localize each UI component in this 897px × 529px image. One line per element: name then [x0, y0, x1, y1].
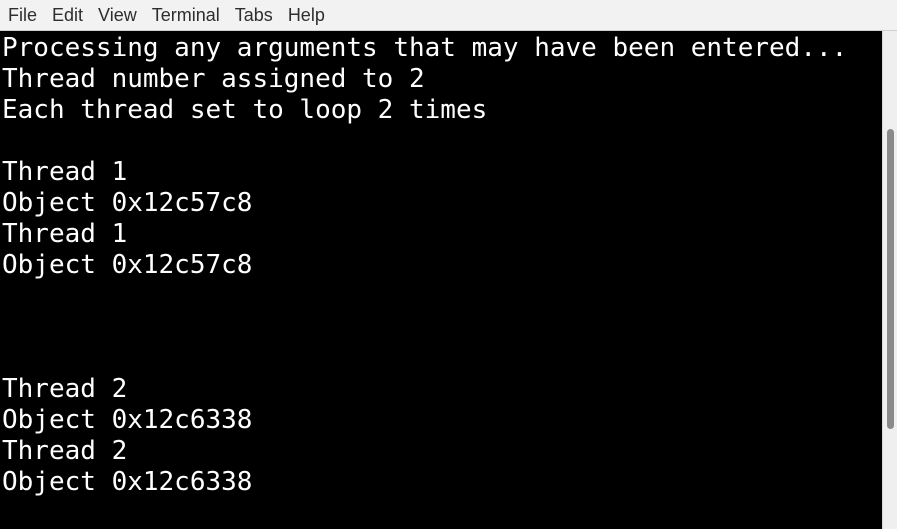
terminal-line: Thread 1 [2, 219, 128, 249]
terminal-line: Thread 2 [2, 436, 128, 466]
menu-help[interactable]: Help [280, 0, 332, 31]
menu-terminal[interactable]: Terminal [144, 0, 227, 31]
terminal-line: Object 0x12c57c8 [2, 188, 253, 218]
terminal-line: Object 0x12c6338 [2, 467, 253, 497]
scrollbar-thumb[interactable] [887, 129, 894, 429]
terminal-window: File Edit View Terminal Tabs Help Proces… [0, 0, 897, 529]
terminal-line: Thread 2 [2, 374, 128, 404]
menu-view[interactable]: View [90, 0, 144, 31]
terminal-line: Thread number assigned to 2 [2, 64, 425, 94]
vertical-scrollbar[interactable] [882, 31, 897, 529]
terminal-line: Each thread set to loop 2 times [2, 95, 488, 125]
terminal-output[interactable]: Processing any arguments that may have b… [0, 31, 882, 529]
menu-bar: File Edit View Terminal Tabs Help [0, 0, 897, 31]
menu-file[interactable]: File [0, 0, 44, 31]
terminal-line: Object 0x12c57c8 [2, 250, 253, 280]
terminal-line: Object 0x12c6338 [2, 405, 253, 435]
terminal-line: Thread 1 [2, 157, 128, 187]
menu-tabs[interactable]: Tabs [227, 0, 280, 31]
menu-edit[interactable]: Edit [44, 0, 90, 31]
terminal-line: Processing any arguments that may have b… [2, 33, 848, 63]
